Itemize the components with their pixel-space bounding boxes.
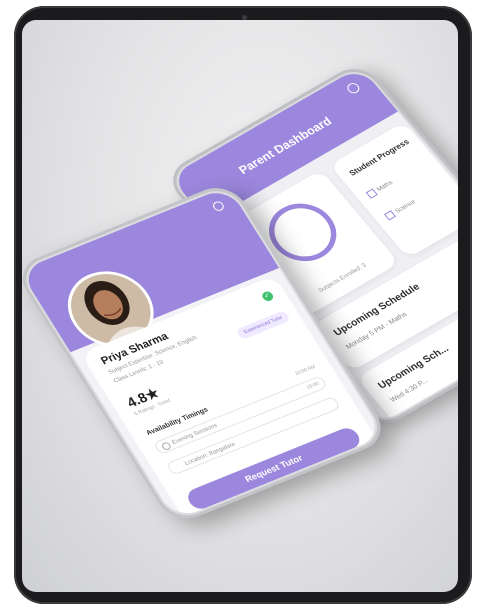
book-icon: [365, 188, 378, 199]
tablet-screen: Parent Dashboard Subjects Enrolled: 3 St…: [22, 20, 458, 592]
experienced-badge: Experienced Tutor: [235, 310, 291, 341]
verified-icon: ✓: [260, 290, 276, 303]
request-tutor-button[interactable]: Request Tutor: [183, 425, 364, 512]
student-progress-title: Student Progress: [347, 137, 412, 178]
back-icon[interactable]: [211, 200, 226, 213]
progress-item: Maths: [365, 179, 395, 199]
book-icon: [383, 210, 397, 221]
availability-value: 10:00 AM: [293, 364, 317, 378]
clock-icon: [160, 441, 173, 452]
progress-item: Science: [383, 198, 417, 221]
